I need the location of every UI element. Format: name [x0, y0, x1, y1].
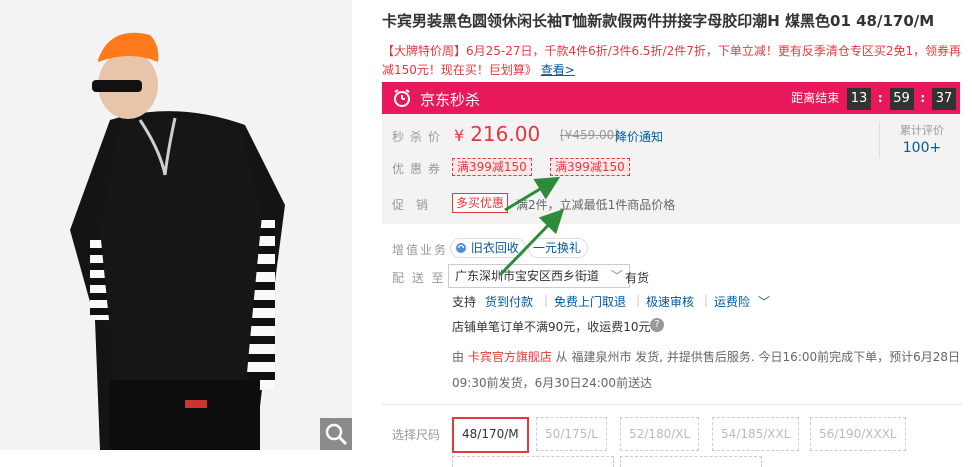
seckill-label: 京东秒杀	[420, 91, 481, 109]
product-image[interactable]	[0, 0, 352, 450]
original-price: [¥459.00]	[560, 128, 619, 142]
magnifier-icon	[325, 423, 348, 446]
size-option-row-2[interactable]	[452, 456, 614, 467]
size-label: 选择尺码	[392, 428, 441, 442]
size-option-row-2[interactable]	[620, 456, 762, 467]
service-gift[interactable]: 一元换礼	[528, 238, 589, 258]
divider	[879, 122, 880, 158]
promotion-tag[interactable]: 多买优惠	[452, 193, 509, 213]
support-shipping-insurance[interactable]: 运费险	[714, 293, 750, 310]
promo-description: 【大牌特价周】6月25-27日，千款4件6折/3件6.5折/2件7折，下单立减！…	[382, 42, 962, 80]
separator: |	[704, 293, 709, 307]
delivery-label: 配 送 至	[392, 271, 446, 285]
seckill-banner: 京东秒杀 距离结束 13 : 59 : 37	[382, 82, 960, 114]
promotion-description: 满2件，立减最低1件商品价格	[516, 198, 676, 212]
separator: |	[544, 293, 549, 307]
support-cod[interactable]: 货到付款	[485, 293, 533, 310]
coupon-tag[interactable]: 满399减150	[452, 158, 532, 176]
countdown: 距离结束 13 : 59 : 37	[791, 87, 956, 110]
address-text: 广东深圳市宝安区西乡街道	[455, 269, 600, 283]
size-option-selected[interactable]: 48/170/M	[452, 417, 529, 453]
divider	[382, 404, 962, 405]
seller-info: 由 卡宾官方旗舰店 从 福建泉州市 发货, 并提供售后服务. 今日16:00前完…	[452, 350, 961, 390]
product-title: 卡宾男装黑色圆领休闲长袖T恤新款假两件拼接字母胶印潮H 煤黑色01 48/170…	[382, 12, 935, 30]
support-free-return[interactable]: 免费上门取退	[554, 293, 626, 310]
size-option[interactable]: 54/185/XXL	[712, 417, 800, 451]
help-icon[interactable]: ?	[650, 318, 664, 332]
zoom-button[interactable]	[320, 418, 352, 450]
countdown-minutes: 59	[889, 88, 914, 110]
price-value: 216.00	[470, 122, 541, 146]
promo-text: 【大牌特价周】6月25-27日，千款4件6折/3件6.5折/2件7折，下单立减！…	[382, 44, 962, 77]
review-count[interactable]: 累计评价 100+	[892, 122, 952, 156]
review-number[interactable]: 100+	[892, 140, 952, 156]
shipping-fee-note: 店铺单笔订单不满90元，收运费10元	[452, 320, 651, 334]
address-selector[interactable]: 广东深圳市宝安区西乡街道 ﹀	[448, 264, 630, 288]
countdown-label: 距离结束	[791, 91, 840, 105]
coupon-label: 优惠券	[392, 162, 447, 176]
size-option[interactable]: 56/190/XXXL	[810, 417, 906, 451]
price-panel: 秒杀价 ¥216.00 [¥459.00] 降价通知 累计评价 100+ 优惠券…	[382, 114, 960, 224]
alarm-clock-icon	[394, 89, 410, 107]
shop-link[interactable]: 卡宾官方旗舰店	[468, 350, 552, 364]
promotion-label: 促 销	[392, 198, 429, 212]
countdown-hours: 13	[847, 88, 872, 110]
currency-symbol: ¥	[454, 126, 465, 145]
size-option[interactable]: 52/180/XL	[620, 417, 700, 451]
service-recycle[interactable]: 旧衣回收	[450, 238, 526, 258]
price-notify-link[interactable]: 降价通知	[615, 128, 663, 145]
countdown-separator: :	[920, 91, 926, 105]
support-lead: 支持	[452, 295, 477, 309]
coupon-tag[interactable]: 满399减150	[550, 158, 630, 176]
model-photo	[0, 0, 352, 450]
chevron-down-icon: ﹀	[610, 269, 623, 283]
chevron-down-icon[interactable]: ﹀	[758, 293, 770, 310]
services-label: 增值业务	[392, 243, 449, 257]
promo-more-link[interactable]: 查看>	[541, 63, 575, 77]
seckill-price: ¥216.00	[454, 122, 540, 146]
recycle-icon	[456, 243, 466, 253]
separator: |	[636, 293, 641, 307]
review-label: 累计评价	[900, 124, 944, 137]
support-fast-review[interactable]: 极速审核	[646, 293, 694, 310]
countdown-seconds: 37	[932, 88, 956, 110]
size-option[interactable]: 50/175/L	[536, 417, 607, 451]
stock-status: 有货	[625, 271, 650, 285]
price-label: 秒杀价	[392, 130, 447, 144]
countdown-separator: :	[877, 91, 883, 105]
